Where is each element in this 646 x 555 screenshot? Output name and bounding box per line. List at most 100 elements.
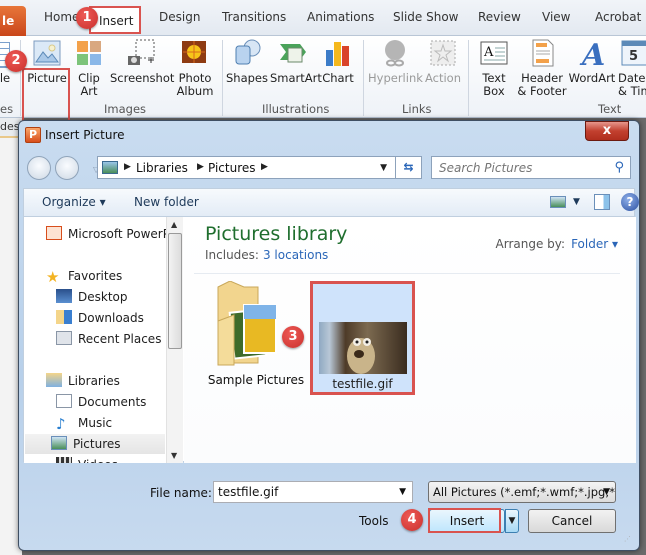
scrollbar-thumb[interactable]	[168, 233, 182, 349]
nav-item-label: Favorites	[68, 269, 123, 283]
action-button[interactable]: Action	[424, 38, 462, 85]
file-item-testfile-gif[interactable]: testfile.gif	[310, 281, 415, 395]
smartart-label: SmartArt	[270, 71, 322, 85]
group-separator	[363, 40, 364, 116]
group-text-label: Text	[598, 102, 622, 116]
nav-item-videos[interactable]: Videos	[56, 455, 118, 463]
chart-icon	[326, 42, 349, 66]
chart-button[interactable]: Chart	[320, 38, 356, 85]
group-images-label: Images	[104, 102, 147, 116]
clip-art-icon	[77, 41, 101, 65]
nav-item-desktop[interactable]: Desktop	[56, 287, 128, 307]
refresh-icon[interactable]: ⇆	[395, 157, 421, 178]
scroll-up-icon[interactable]: ▲	[171, 220, 177, 229]
photo-album-icon	[182, 41, 206, 63]
shapes-label: Shapes	[226, 71, 269, 85]
arrange-by: Arrange by: Folder ▾	[496, 237, 618, 251]
shapes-button[interactable]: Shapes	[226, 38, 268, 85]
powerpoint-icon	[46, 226, 62, 240]
scroll-down-icon[interactable]: ▼	[171, 451, 177, 460]
change-view-icon[interactable]	[550, 196, 566, 208]
breadcrumb-arrow-icon[interactable]: ▶	[197, 162, 204, 172]
file-browser: Microsoft PowerPo ★ Favorites Desktop Dow…	[23, 216, 636, 463]
wordart-icon: A	[579, 38, 605, 68]
tab-acrobat[interactable]: Acrobat	[595, 10, 641, 24]
search-input[interactable]	[432, 157, 602, 178]
arrange-by-dropdown[interactable]: Folder ▾	[571, 237, 618, 251]
image-thumbnail	[319, 322, 407, 374]
nav-item-libraries[interactable]: Libraries	[46, 371, 120, 391]
file-name: testfile.gif	[332, 377, 393, 391]
hyperlink-button[interactable]: Hyperlink	[368, 38, 423, 85]
wordart-button[interactable]: A WordArt	[568, 38, 616, 85]
address-dropdown-icon[interactable]: ▼	[380, 163, 387, 173]
nav-item-downloads[interactable]: Downloads	[56, 308, 144, 328]
ribbon-insert-panel: le es Picture Clip Art Screenshot Photo …	[0, 36, 646, 126]
file-name-label: File name:	[150, 486, 212, 500]
nav-item-pictures[interactable]: Pictures	[25, 434, 165, 454]
smartart-button[interactable]: SmartArt	[270, 38, 322, 85]
file-type-select[interactable]: All Pictures (*.emf;*.wmf;*.jpg;* ▼	[428, 481, 616, 503]
file-name-input[interactable]: testfile.gif ▼	[213, 481, 413, 503]
tab-view[interactable]: View	[542, 10, 570, 24]
group-illustrations-label: Illustrations	[262, 102, 330, 116]
view-dropdown-icon[interactable]: ▼	[573, 197, 580, 207]
header-footer-button[interactable]: Header & Footer	[516, 38, 568, 98]
file-type-dropdown-icon: ▼	[603, 487, 610, 497]
file-list-pane: Pictures library Includes: 3 locations Ar…	[184, 217, 636, 463]
clip-art-button[interactable]: Clip Art	[71, 38, 107, 98]
back-button[interactable]	[27, 156, 51, 180]
picture-icon	[33, 40, 61, 66]
dialog-title: Insert Picture	[45, 128, 125, 142]
tab-home[interactable]: Home	[44, 10, 79, 24]
nav-item-label: Microsoft PowerPo	[68, 227, 177, 241]
help-icon[interactable]: ?	[621, 193, 639, 211]
library-title: Pictures library	[205, 223, 348, 245]
step-1-badge: 1	[76, 7, 98, 29]
file-name-dropdown-icon[interactable]: ▼	[399, 487, 406, 497]
insert-dropdown-button[interactable]: ▼	[505, 509, 519, 533]
text-box-icon: A	[480, 41, 508, 65]
photo-album-button[interactable]: Photo Album	[174, 38, 216, 98]
new-folder-button[interactable]: New folder	[134, 195, 199, 209]
address-bar[interactable]: ▶ Libraries ▶ Pictures ▶ ▼ ⇆	[97, 156, 422, 179]
tab-animations[interactable]: Animations	[307, 10, 374, 24]
nav-item-favorites[interactable]: ★ Favorites	[46, 266, 122, 286]
chevron-down-icon: ▼	[508, 516, 516, 526]
cancel-button[interactable]: Cancel	[528, 509, 616, 533]
nav-item-microsoft-powerpoint[interactable]: Microsoft PowerPo	[46, 224, 177, 244]
date-time-button[interactable]: 5 Date & Tim	[618, 38, 646, 98]
insert-picture-dialog: P Insert Picture x ▽ ▶ Libraries ▶ Pictu…	[18, 120, 640, 551]
navigation-pane: Microsoft PowerPo ★ Favorites Desktop Dow…	[24, 217, 183, 463]
nav-item-music[interactable]: ♪ Music	[56, 413, 112, 433]
tab-transitions[interactable]: Transitions	[222, 10, 286, 24]
smartart-icon	[280, 44, 306, 63]
search-icon[interactable]: ⚲	[614, 160, 624, 175]
text-box-button[interactable]: A Text Box	[475, 38, 513, 98]
breadcrumb-arrow-icon[interactable]: ▶	[124, 162, 131, 172]
breadcrumb-libraries[interactable]: Libraries	[136, 161, 188, 175]
library-includes: Includes: 3 locations	[205, 248, 328, 262]
resize-grip-icon[interactable]: ⋰	[624, 535, 631, 543]
navigation-scrollbar[interactable]: ▲ ▼	[166, 217, 183, 463]
tab-slide-show[interactable]: Slide Show	[393, 10, 458, 24]
nav-item-recent-places[interactable]: Recent Places	[56, 329, 161, 349]
forward-button[interactable]	[55, 156, 79, 180]
breadcrumb-pictures[interactable]: Pictures	[208, 161, 256, 175]
documents-icon	[56, 394, 72, 408]
step-2-badge: 2	[5, 50, 27, 72]
organize-button[interactable]: Organize ▾	[42, 195, 106, 209]
command-bar: Organize ▾ New folder ▼ ?	[23, 188, 639, 216]
tab-file[interactable]: le	[0, 6, 26, 36]
search-box[interactable]: ⚲	[431, 156, 631, 179]
nav-item-documents[interactable]: Documents	[56, 392, 146, 412]
preview-pane-icon[interactable]	[594, 194, 610, 210]
breadcrumb-arrow-icon[interactable]: ▶	[261, 162, 268, 172]
tab-review[interactable]: Review	[478, 10, 521, 24]
includes-locations-link[interactable]: 3 locations	[263, 248, 328, 262]
nav-item-label: Pictures	[73, 437, 121, 451]
tools-button[interactable]: Tools	[359, 514, 389, 528]
close-button[interactable]: x	[585, 121, 629, 141]
screenshot-button[interactable]: Screenshot	[110, 38, 174, 85]
tab-design[interactable]: Design	[159, 10, 200, 24]
